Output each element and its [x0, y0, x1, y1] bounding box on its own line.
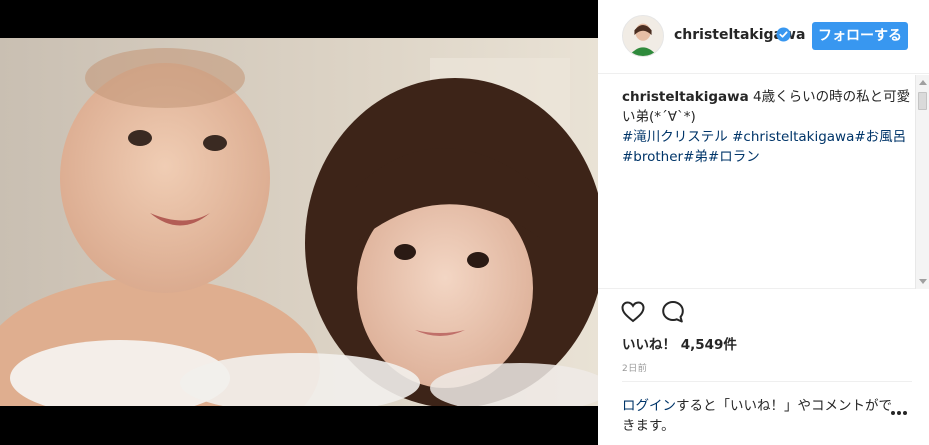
scroll-up-arrow-icon[interactable] — [919, 80, 927, 85]
post-photo[interactable] — [0, 38, 598, 406]
heart-outline-icon[interactable] — [620, 299, 646, 325]
post-timestamp[interactable]: 2日前 — [622, 361, 647, 374]
caption-text: christeltakigawa 4歳くらいの時の私と可愛い弟(*´∀`*) #… — [622, 87, 912, 167]
likes-label: いいね！ — [622, 337, 676, 353]
hashtag-link[interactable]: #christeltakigawa — [732, 129, 854, 145]
divider — [622, 381, 912, 382]
post-media-area — [0, 0, 598, 445]
hashtag-link[interactable]: #brother — [622, 149, 683, 165]
caption-section: christeltakigawa 4歳くらいの時の私と可愛い弟(*´∀`*) #… — [598, 75, 929, 289]
post-sidebar: christeltakigawa フォローする christeltakigawa… — [598, 0, 929, 445]
post-header: christeltakigawa フォローする — [598, 0, 929, 74]
comment-bubble-icon[interactable] — [660, 299, 686, 325]
follow-button[interactable]: フォローする — [812, 22, 908, 50]
verified-badge-icon — [776, 27, 791, 42]
likes-number: 4,549件 — [680, 337, 737, 353]
post-photo-image — [0, 38, 598, 406]
avatar-image — [623, 16, 663, 56]
hashtag-link[interactable]: #お風呂 — [854, 129, 906, 145]
more-options-icon[interactable] — [890, 410, 908, 416]
hashtag-link[interactable]: #弟 — [683, 149, 708, 165]
hashtag-link[interactable]: #滝川クリステル — [622, 129, 728, 145]
caption-username-link[interactable]: christeltakigawa — [622, 89, 749, 105]
login-link[interactable]: ログイン — [622, 398, 676, 414]
hashtag-link[interactable]: #ロラン — [708, 149, 760, 165]
avatar[interactable] — [622, 15, 664, 57]
likes-count[interactable]: いいね！ 4,549件 — [622, 333, 737, 353]
caption-scrollbar[interactable] — [915, 75, 929, 289]
scrollbar-thumb[interactable] — [918, 92, 927, 110]
hashtag-list: #滝川クリステル #christeltakigawa#お風呂 #brother#弟… — [622, 129, 906, 165]
login-prompt: ログインすると「いいね！」やコメントができます。 — [622, 396, 892, 436]
scroll-down-arrow-icon[interactable] — [919, 279, 927, 284]
